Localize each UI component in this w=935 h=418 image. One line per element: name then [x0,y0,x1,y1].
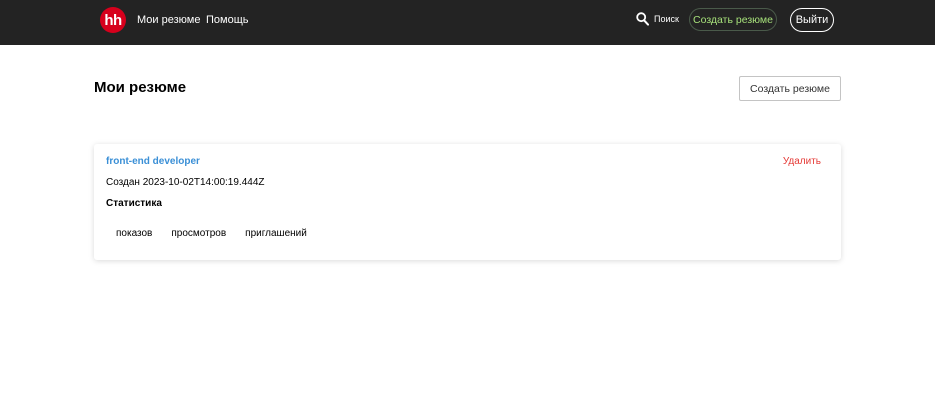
search-link[interactable]: Поиск [636,12,679,26]
create-resume-button[interactable]: Создать резюме [739,76,841,101]
resume-card: front-end developer Удалить Создан 2023-… [94,144,841,260]
top-navbar: hh Мои резюме Помощь Поиск Создать резюм… [0,0,935,45]
create-resume-header-button[interactable]: Создать резюме [689,8,777,31]
stat-views: просмотров [171,228,227,239]
delete-resume-link[interactable]: Удалить [783,156,821,167]
nav-help[interactable]: Помощь [206,14,249,26]
created-date: Создан 2023-10-02T14:00:19.444Z [106,177,265,188]
search-label: Поиск [654,14,679,24]
search-icon [636,12,649,26]
stats-list: показов просмотров приглашений [116,228,307,239]
stat-invitations: приглашений [245,228,307,239]
stats-heading: Статистика [106,198,162,209]
logout-button[interactable]: Выйти [790,8,834,32]
hh-logo[interactable]: hh [100,7,126,33]
nav-my-resumes[interactable]: Мои резюме [137,14,200,26]
resume-title-link[interactable]: front-end developer [106,156,200,167]
page-title: Мои резюме [94,79,187,96]
stat-impressions: показов [116,228,153,239]
